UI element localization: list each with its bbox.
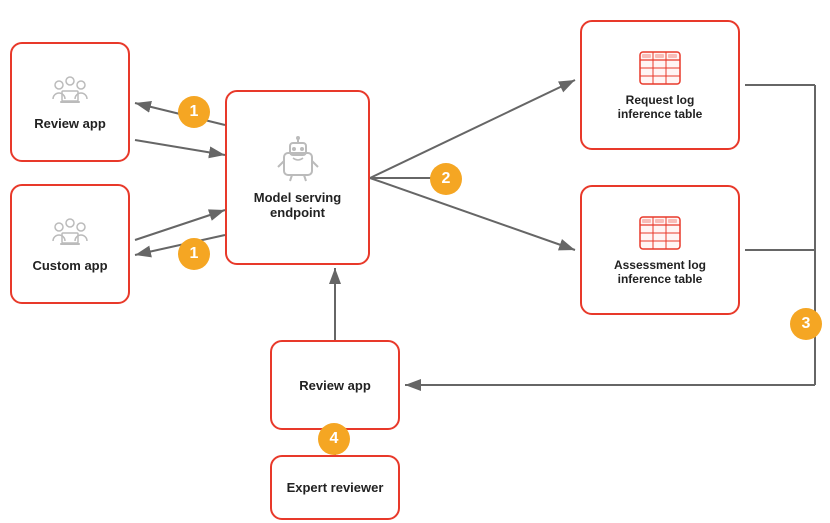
expert-reviewer-label: Expert reviewer xyxy=(287,480,384,495)
diagram-container: Review app Custom app xyxy=(0,0,830,523)
review-app-bottom-box: Review app xyxy=(270,340,400,430)
badge-1-bottom: 1 xyxy=(178,238,210,270)
table-icon-assessment xyxy=(638,215,682,254)
badge-4: 4 xyxy=(318,423,350,455)
request-log-label: Request log inference table xyxy=(618,93,703,121)
model-serving-box: Model serving endpoint xyxy=(225,90,370,265)
robot-icon xyxy=(274,135,322,186)
review-app-bottom-label: Review app xyxy=(299,378,371,393)
people-icon-top xyxy=(48,73,92,112)
model-serving-label: Model serving endpoint xyxy=(254,190,341,220)
table-icon-request xyxy=(638,50,682,89)
review-app-top-box: Review app xyxy=(10,42,130,162)
request-log-box: Request log inference table xyxy=(580,20,740,150)
review-app-top-label: Review app xyxy=(34,116,106,131)
badge-2: 2 xyxy=(430,163,462,195)
expert-reviewer-box: Expert reviewer xyxy=(270,455,400,520)
custom-app-label: Custom app xyxy=(32,258,107,273)
assessment-log-label: Assessment log inference table xyxy=(614,258,706,286)
assessment-log-box: Assessment log inference table xyxy=(580,185,740,315)
people-icon-custom xyxy=(48,215,92,254)
badge-3: 3 xyxy=(790,308,822,340)
badge-1-top: 1 xyxy=(178,96,210,128)
custom-app-box: Custom app xyxy=(10,184,130,304)
